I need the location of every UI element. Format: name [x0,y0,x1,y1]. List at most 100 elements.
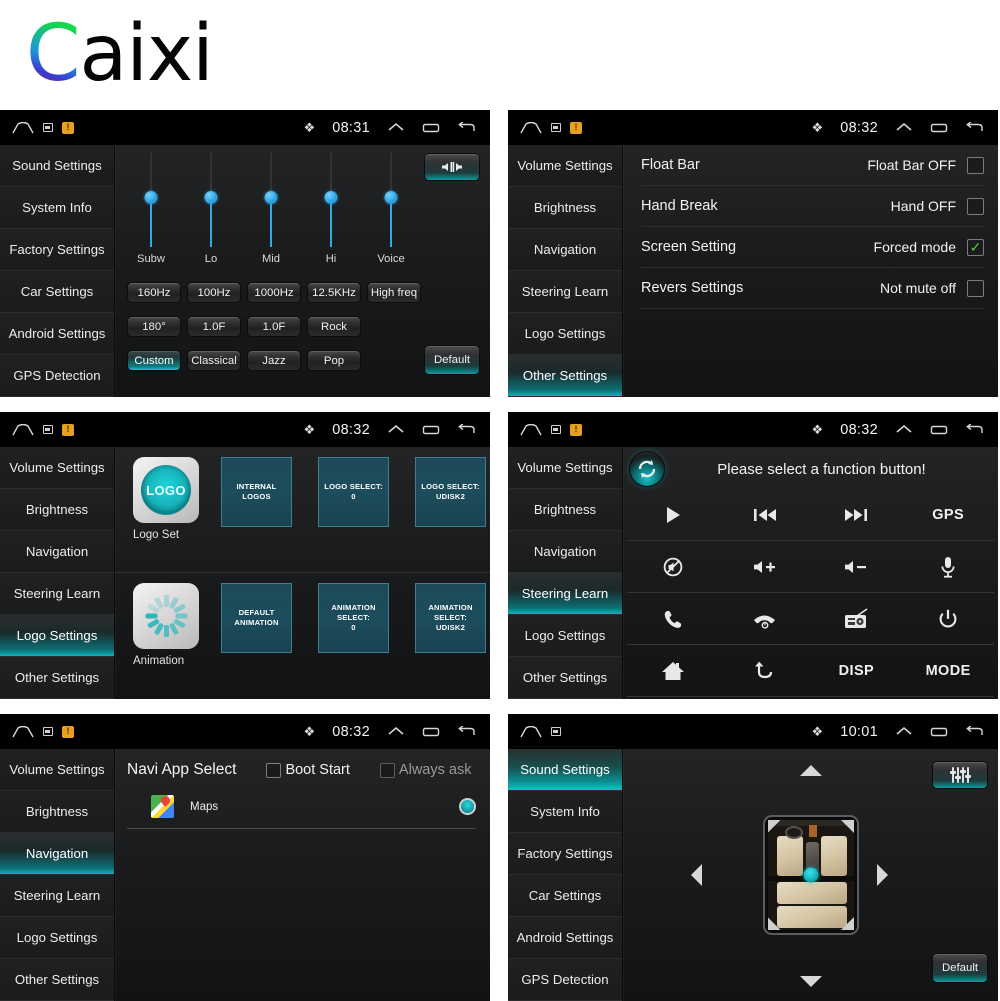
setting-row-hand-break[interactable]: Hand Break Hand OFF [641,186,984,227]
collapse-icon[interactable] [895,122,913,133]
sidebar-item-system-info[interactable]: System Info [0,187,114,229]
eq-btn-1000hz[interactable]: 1000Hz [247,282,301,303]
sidebar-item-sound-settings[interactable]: Sound Settings [508,749,622,791]
checkbox-hand-break[interactable] [967,197,984,215]
back-icon[interactable] [457,121,476,134]
radio-button-maps[interactable] [459,798,476,815]
sidebar-item-steering-learn[interactable]: Steering Learn [508,573,622,615]
eq-btn-pop[interactable]: Pop [307,350,361,371]
home-icon[interactable] [520,423,542,436]
default-button[interactable]: Default [424,345,480,375]
sidebar-item-steering-learn[interactable]: Steering Learn [508,271,622,313]
home-icon[interactable] [12,423,34,436]
steering-btn-home[interactable] [627,645,719,697]
recents-icon[interactable] [930,122,948,134]
setting-row-float-bar[interactable]: Float Bar Float Bar OFF [641,145,984,186]
steering-btn-play[interactable] [627,489,719,541]
home-icon[interactable] [520,121,542,134]
recents-icon[interactable] [422,424,440,436]
collapse-icon[interactable] [387,424,405,435]
steering-btn-previous-track[interactable] [718,489,811,541]
checkbox-box[interactable] [379,762,395,778]
sidebar-item-brightness[interactable]: Brightness [0,791,114,833]
sidebar-item-car-settings[interactable]: Car Settings [0,271,114,313]
eq-btn-180deg[interactable]: 180° [127,316,181,337]
steering-btn-next-track[interactable] [810,489,903,541]
home-icon[interactable] [12,121,34,134]
equalizer-button[interactable] [932,761,988,789]
setting-row-screen-setting[interactable]: Screen Setting Forced mode ✓ [641,227,984,268]
checkbox-box[interactable] [266,762,282,778]
back-icon[interactable] [965,121,984,134]
steering-btn-disp[interactable]: DISP [810,645,903,697]
checkbox-always-ask[interactable]: Always ask [379,762,471,778]
sidebar-item-factory-settings[interactable]: Factory Settings [0,229,114,271]
sidebar-item-other-settings[interactable]: Other Settings [0,657,114,699]
checkbox-revers-settings[interactable] [967,279,984,297]
car-seat-diagram[interactable] [762,815,859,935]
sidebar-item-logo-settings[interactable]: Logo Settings [508,313,622,355]
collapse-icon[interactable] [895,424,913,435]
recents-icon[interactable] [422,726,440,738]
steering-btn-volume-up[interactable] [718,541,811,593]
eq-btn-100hz[interactable]: 100Hz [187,282,241,303]
sidebar-item-android-settings[interactable]: Android Settings [0,313,114,355]
eq-knob[interactable] [384,191,398,204]
steering-btn-radio[interactable] [810,593,903,645]
fader-position-handle[interactable] [803,867,818,883]
logo-preview-thumb[interactable]: LOGO [133,457,199,523]
sidebar-item-car-settings[interactable]: Car Settings [508,875,622,917]
sidebar-item-steering-learn[interactable]: Steering Learn [0,875,114,917]
sidebar-item-volume-settings[interactable]: Volume Settings [0,749,114,791]
sidebar-item-android-settings[interactable]: Android Settings [508,917,622,959]
sidebar-item-gps-detection[interactable]: GPS Detection [508,959,622,1001]
sidebar-item-other-settings[interactable]: Other Settings [508,657,622,699]
tile-logo-select-0[interactable]: LOGO SELECT: 0 [318,457,389,527]
sidebar-item-other-settings[interactable]: Other Settings [508,355,622,397]
eq-btn-rock[interactable]: Rock [307,316,361,337]
steering-btn-microphone[interactable] [902,541,994,593]
sidebar-item-logo-settings[interactable]: Logo Settings [0,615,114,657]
sidebar-item-other-settings[interactable]: Other Settings [0,959,114,1001]
home-icon[interactable] [12,725,34,738]
eq-knob[interactable] [264,191,278,204]
eq-btn-q2[interactable]: 1.0F [247,316,301,337]
recents-icon[interactable] [422,122,440,134]
back-icon[interactable] [457,725,476,738]
collapse-icon[interactable] [387,726,405,737]
back-icon[interactable] [457,423,476,436]
tile-internal-logos[interactable]: INTERNAL LOGOS [221,457,292,527]
eq-band-hi[interactable]: Hi [301,151,361,273]
collapse-icon[interactable] [387,122,405,133]
eq-band-lo[interactable]: Lo [181,151,241,273]
tile-default-animation[interactable]: DEFAULT ANIMATION [221,583,292,653]
refresh-icon[interactable] [629,451,665,487]
steering-btn-phone-answer[interactable] [627,593,719,645]
sidebar-item-volume-settings[interactable]: Volume Settings [0,447,114,489]
eq-band-voice[interactable]: Voice [361,151,421,273]
right-arrow-icon[interactable] [877,864,888,886]
sidebar-item-navigation[interactable]: Navigation [508,229,622,271]
eq-btn-q1[interactable]: 1.0F [187,316,241,337]
checkbox-screen-setting[interactable]: ✓ [967,238,984,256]
recents-icon[interactable] [930,726,948,738]
back-icon[interactable] [965,423,984,436]
steering-btn-power[interactable] [902,593,994,645]
eq-band-subw[interactable]: Subw [121,151,181,273]
up-arrow-icon[interactable] [799,765,822,776]
sidebar-item-volume-settings[interactable]: Volume Settings [508,447,622,489]
down-arrow-icon[interactable] [799,976,822,987]
eq-btn-high-freq[interactable]: High freq [367,282,421,303]
tile-logo-select-udisk2[interactable]: LOGO SELECT: UDISK2 [415,457,486,527]
sidebar-item-brightness[interactable]: Brightness [508,187,622,229]
eq-btn-jazz[interactable]: Jazz [247,350,301,371]
steering-btn-volume-down[interactable] [810,541,903,593]
eq-knob[interactable] [144,191,158,204]
sidebar-item-steering-learn[interactable]: Steering Learn [0,573,114,615]
navi-app-row[interactable]: Maps [127,785,476,829]
steering-btn-gps[interactable]: GPS [902,489,994,541]
recents-icon[interactable] [930,424,948,436]
sidebar-item-navigation[interactable]: Navigation [508,531,622,573]
left-arrow-icon[interactable] [691,864,702,886]
checkbox-boot-start[interactable]: Boot Start [266,762,350,778]
